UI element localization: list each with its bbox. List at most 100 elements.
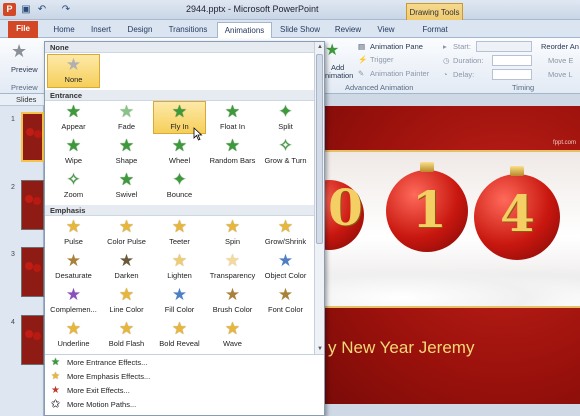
gallery-separator	[45, 354, 324, 355]
gallery-scrollbar[interactable]: ▲ ▼	[314, 42, 324, 354]
scroll-down-icon[interactable]: ▼	[316, 345, 324, 353]
anim-label: Font Color	[267, 305, 303, 314]
anim-appear[interactable]: ★ Appear	[47, 102, 100, 134]
add-animation-icon[interactable]: ★	[325, 40, 339, 60]
tab-file[interactable]: File	[8, 21, 38, 38]
animation-pane-icon[interactable]: ▤	[358, 42, 365, 51]
slide-thumbnail[interactable]	[21, 315, 44, 365]
anim-fade[interactable]: ★ Fade	[100, 102, 153, 134]
anim-pulse[interactable]: ★ Pulse	[47, 217, 100, 249]
tab-review[interactable]: Review	[329, 22, 367, 38]
anim-fill-color[interactable]: ★ Fill Color	[153, 285, 206, 317]
fade-star-icon: ★	[118, 102, 135, 121]
anim-bold-flash[interactable]: ★ Bold Flash	[100, 319, 153, 351]
anim-darken[interactable]: ★ Darken	[100, 251, 153, 283]
anim-label: Fill Color	[164, 305, 195, 314]
tab-slide-show[interactable]: Slide Show	[276, 22, 324, 38]
trigger-button[interactable]: Trigger	[370, 55, 393, 64]
anim-split[interactable]: ✦ Split	[259, 102, 312, 134]
anim-zoom[interactable]: ✧ Zoom	[47, 170, 100, 202]
delay-icon: ◔	[443, 70, 448, 79]
delay-spinner[interactable]	[492, 69, 532, 80]
current-slide[interactable]: fppt.com 0 1 4 y New Year Jeremy	[324, 106, 580, 404]
scroll-up-icon[interactable]: ▲	[316, 43, 324, 51]
anim-random-bars[interactable]: ★ Random Bars	[206, 136, 259, 168]
anim-wipe[interactable]: ★ Wipe	[47, 136, 100, 168]
move-later-button[interactable]: Move L	[548, 70, 573, 79]
slide-number: 3	[11, 251, 15, 258]
more-motion-paths[interactable]: ★ More Motion Paths...	[45, 398, 315, 412]
animation-pane-button[interactable]: Animation Pane	[370, 42, 423, 51]
emphasis-star-icon: ★	[51, 371, 60, 382]
slide-feathers	[324, 266, 580, 306]
anim-label: Brush Color	[212, 305, 253, 314]
more-entrance-effects[interactable]: ★ More Entrance Effects...	[45, 356, 315, 370]
pulse-star-icon: ★	[65, 217, 82, 236]
anim-lighten[interactable]: ★ Lighten	[153, 251, 206, 283]
anim-none-label: None	[64, 75, 83, 84]
animation-painter-button[interactable]: Animation Painter	[370, 69, 429, 78]
tab-animations[interactable]: Animations	[217, 22, 272, 38]
anim-brush-color[interactable]: ★ Brush Color	[206, 285, 259, 317]
duration-spinner[interactable]	[492, 55, 532, 66]
scroll-thumb[interactable]	[316, 54, 323, 244]
slide-title-text[interactable]: y New Year Jeremy	[328, 338, 474, 358]
grow-shrink-star-icon: ★	[277, 217, 294, 236]
anim-font-color[interactable]: ★ Font Color	[259, 285, 312, 317]
anim-bold-reveal[interactable]: ★ Bold Reveal	[153, 319, 206, 351]
complementary-star-icon: ★	[65, 285, 82, 304]
anim-label: Grow & Turn	[264, 156, 307, 165]
slide-thumbnail[interactable]	[21, 247, 44, 297]
more-emphasis-effects[interactable]: ★ More Emphasis Effects...	[45, 370, 315, 384]
anim-label: Fade	[117, 122, 136, 131]
anim-none[interactable]: ★ None	[47, 54, 100, 88]
tab-view[interactable]: View	[369, 22, 403, 38]
ornament-cap	[510, 166, 524, 176]
bounce-star-icon: ✦	[172, 170, 187, 189]
slide-number: 2	[11, 184, 15, 191]
anim-float-in[interactable]: ★ Float In	[206, 102, 259, 134]
anim-desaturate[interactable]: ★ Desaturate	[47, 251, 100, 283]
anim-swivel[interactable]: ★ Swivel	[100, 170, 153, 202]
move-earlier-button[interactable]: Move E	[548, 56, 573, 65]
tab-transitions[interactable]: Transitions	[162, 22, 214, 38]
more-exit-label: More Exit Effects...	[67, 386, 130, 395]
line-color-star-icon: ★	[118, 285, 135, 304]
add-animation-label-2[interactable]: nimation	[325, 71, 353, 80]
slides-tab[interactable]: Slides	[0, 94, 44, 106]
more-exit-effects[interactable]: ★ More Exit Effects...	[45, 384, 315, 398]
animation-painter-icon: ✎	[358, 69, 365, 78]
start-dropdown[interactable]	[476, 41, 532, 52]
anim-teeter[interactable]: ★ Teeter	[153, 217, 206, 249]
anim-line-color[interactable]: ★ Line Color	[100, 285, 153, 317]
anim-wave[interactable]: ★ Wave	[206, 319, 259, 351]
slide-thumbnail[interactable]	[21, 112, 44, 162]
powerpoint-app-icon[interactable]: P	[3, 3, 16, 16]
tab-insert[interactable]: Insert	[84, 22, 118, 38]
anim-shape[interactable]: ★ Shape	[100, 136, 153, 168]
anim-spin[interactable]: ★ Spin	[206, 217, 259, 249]
fill-color-star-icon: ★	[171, 285, 188, 304]
tab-home[interactable]: Home	[47, 22, 81, 38]
anim-complementary[interactable]: ★ Complemen...	[47, 285, 100, 317]
redo-icon[interactable]: ↷	[60, 4, 72, 16]
preview-button[interactable]: Preview	[11, 65, 38, 74]
slide-thumbnail[interactable]	[21, 180, 44, 230]
anim-label: Zoom	[63, 190, 84, 199]
float-in-star-icon: ★	[224, 102, 241, 121]
trigger-icon: ⚡	[358, 55, 368, 64]
undo-icon[interactable]: ↶	[36, 4, 48, 16]
anim-object-color[interactable]: ★ Object Color	[259, 251, 312, 283]
tab-format[interactable]: Format	[410, 22, 460, 38]
anim-transparency[interactable]: ★ Transparency	[206, 251, 259, 283]
save-icon[interactable]: ▣	[20, 4, 32, 16]
anim-grow-turn[interactable]: ✧ Grow & Turn	[259, 136, 312, 168]
preview-star-icon[interactable]: ★	[11, 41, 27, 62]
tab-design[interactable]: Design	[122, 22, 158, 38]
anim-grow-shrink[interactable]: ★ Grow/Shrink	[259, 217, 312, 249]
anim-label: Random Bars	[209, 156, 256, 165]
anim-color-pulse[interactable]: ★ Color Pulse	[100, 217, 153, 249]
anim-underline[interactable]: ★ Underline	[47, 319, 100, 351]
anim-label: Appear	[61, 122, 86, 131]
anim-bounce[interactable]: ✦ Bounce	[153, 170, 206, 202]
